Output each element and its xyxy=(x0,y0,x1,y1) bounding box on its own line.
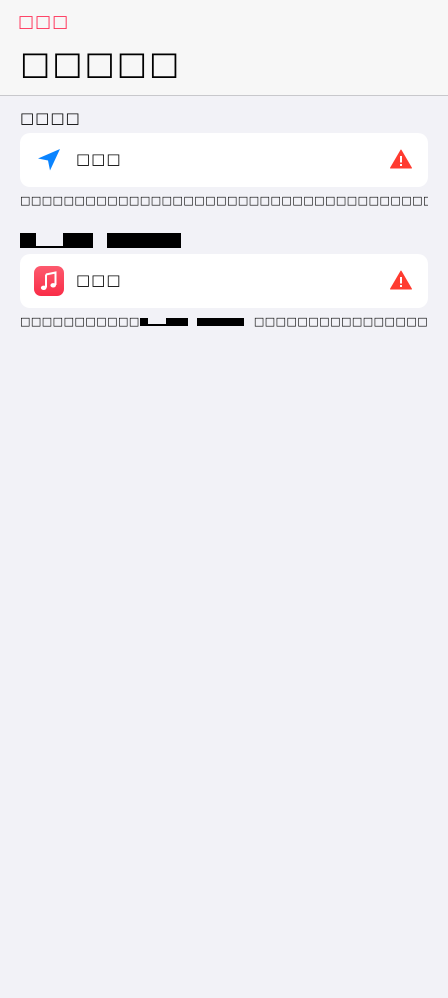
music-app-icon xyxy=(34,266,64,296)
list-item-location[interactable]: □□□ xyxy=(20,133,428,187)
footnote-text-start: □□□□□□□□□□□ xyxy=(20,315,140,328)
warning-triangle-icon xyxy=(390,149,412,169)
footnote-redacted xyxy=(139,318,254,326)
page-title: □□□□□ xyxy=(20,44,182,82)
list-item-label: □□□ xyxy=(76,150,122,168)
warning-triangle-icon xyxy=(390,270,412,290)
location-arrow-icon xyxy=(38,149,60,171)
list-item-music[interactable]: □□□ xyxy=(20,254,428,308)
section-footnote-2: □□□□□□□□□□□□□□□□□□□□□□□□□□□□□□□□□ xyxy=(20,315,428,328)
navigation-header: □□□ □□□□□ xyxy=(0,0,448,96)
back-button[interactable]: □□□ xyxy=(18,12,69,32)
footnote-text-end: □□□□□□□□□□□□□□□□□□□□□□ xyxy=(253,315,428,328)
section-title-redacted xyxy=(20,233,181,248)
section-header: □□□□ xyxy=(20,109,81,127)
section-footnote: □□□□□□□□□□□□□□□□□□□□□□□□□□□□□□□□□□□□□□□□… xyxy=(20,194,428,207)
list-item-label: □□□ xyxy=(76,271,122,289)
